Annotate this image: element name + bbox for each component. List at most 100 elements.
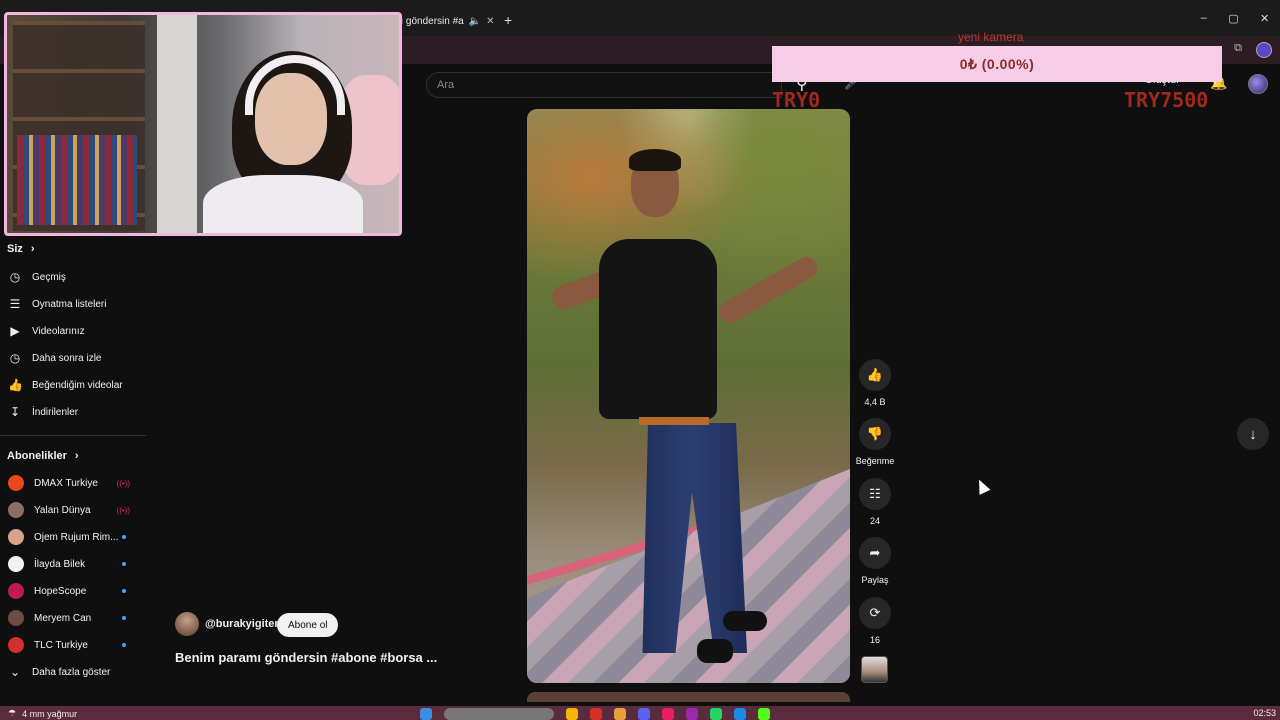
- show-more-label: Daha fazla göster: [32, 666, 111, 678]
- subscribe-button[interactable]: Abone ol: [277, 613, 339, 637]
- like-count: 4,4 B: [864, 397, 886, 407]
- channel-avatar: [8, 529, 24, 545]
- maximize-icon[interactable]: ▢: [1228, 12, 1238, 25]
- profile-extension-avatar[interactable]: [1256, 42, 1272, 58]
- short-video-player[interactable]: [527, 109, 850, 683]
- remix-icon[interactable]: ⟳: [859, 597, 891, 629]
- new-content-dot: [122, 535, 126, 539]
- close-window-icon[interactable]: ✕: [1260, 12, 1269, 25]
- sidebar-sub-meryem[interactable]: Meryem Can: [8, 608, 148, 628]
- short-title: Benim paramı göndersin #abone #borsa ...: [175, 650, 438, 665]
- taskbar-apps: [420, 708, 770, 720]
- channel-name: Yalan Dünya: [34, 504, 91, 516]
- channel-avatar: [8, 556, 24, 572]
- tab-close-icon[interactable]: ✕: [486, 16, 494, 27]
- mouse-cursor-icon: [973, 477, 991, 495]
- new-tab-button[interactable]: +: [504, 12, 512, 28]
- app-icon[interactable]: [662, 708, 674, 720]
- whatsapp-icon[interactable]: [710, 708, 722, 720]
- live-icon: ((•)): [116, 478, 130, 488]
- sidebar-item-your-videos[interactable]: ▶ Videolarınız: [8, 321, 148, 341]
- clock-icon: ◷: [9, 351, 21, 365]
- live-icon: ((•)): [116, 505, 130, 515]
- tab-title: mı göndersin #a: [392, 15, 464, 27]
- channel-avatar: [8, 475, 24, 491]
- minimize-icon[interactable]: –: [1201, 12, 1207, 25]
- windows-start-icon[interactable]: [420, 708, 432, 720]
- weather-widget[interactable]: ☂ 4 mm yağmur: [8, 708, 77, 719]
- new-content-dot: [122, 643, 126, 647]
- channel-name: TLC Turkiye: [34, 639, 88, 651]
- thumbs-up-icon[interactable]: 👍: [859, 359, 891, 391]
- channel-avatar: [8, 610, 24, 626]
- new-content-dot: [122, 616, 126, 620]
- sidebar-sub-ojem[interactable]: Ojem Rujum Rim...: [8, 527, 148, 547]
- streamer-shirt: [203, 175, 363, 233]
- account-avatar[interactable]: [1248, 74, 1268, 94]
- video-man-shoe: [697, 639, 733, 663]
- donation-goal-overlay: 0₺ (0.00%): [772, 46, 1222, 82]
- comments-action[interactable]: ☷ 24: [856, 478, 894, 526]
- app-icon[interactable]: [590, 708, 602, 720]
- sidebar-item-history[interactable]: ◷ Geçmiş: [8, 267, 148, 287]
- sidebar-item-label: Beğendiğim videolar: [32, 379, 123, 391]
- browser-tab-active[interactable]: mı göndersin #a 🔈 ✕: [392, 9, 500, 33]
- sidebar-sub-yalan-dunya[interactable]: Yalan Dünya ((•)): [8, 500, 148, 520]
- discord-icon[interactable]: [638, 708, 650, 720]
- chevron-right-icon: ›: [74, 450, 79, 462]
- channel-avatar: [8, 502, 24, 518]
- extensions-icon[interactable]: ⧉: [1234, 42, 1242, 58]
- kick-icon[interactable]: [758, 708, 770, 720]
- sidebar-show-more[interactable]: ⌄ Daha fazla göster: [8, 662, 148, 682]
- sidebar-you-title[interactable]: Siz ›: [7, 243, 35, 255]
- weather-text: 4 mm yağmur: [22, 708, 78, 719]
- channel-handle[interactable]: @burakyigiter: [205, 618, 279, 630]
- channel-avatar[interactable]: [175, 612, 199, 636]
- chrome-icon[interactable]: [614, 708, 626, 720]
- new-content-dot: [122, 589, 126, 593]
- sidebar-sub-hopescope[interactable]: HopeScope: [8, 581, 148, 601]
- video-icon: ▶: [10, 324, 20, 338]
- video-man-belt: [639, 417, 709, 425]
- next-video-arrow-icon[interactable]: ↓: [1237, 418, 1269, 450]
- camera-note-overlay: yeni kamera: [958, 30, 1024, 44]
- share-icon[interactable]: ➦: [859, 537, 891, 569]
- file-explorer-icon[interactable]: [566, 708, 578, 720]
- share-action[interactable]: ➦ Paylaş: [856, 537, 894, 585]
- sidebar-sub-tlc[interactable]: TLC Turkiye: [8, 635, 148, 655]
- channel-name: Ojem Rujum Rim...: [34, 531, 119, 543]
- remix-action[interactable]: ⟳ 16: [856, 597, 894, 645]
- sidebar-item-label: Oynatma listeleri: [32, 298, 107, 310]
- comment-icon[interactable]: ☷: [859, 478, 891, 510]
- sidebar-item-downloads[interactable]: ↧ İndirilenler: [8, 402, 148, 422]
- like-action[interactable]: 👍 4,4 B: [856, 359, 894, 407]
- taskbar-clock[interactable]: 02:53: [1253, 708, 1276, 718]
- video-man-shoe: [723, 611, 767, 631]
- sidebar-item-watch-later[interactable]: ◷ Daha sonra izle: [8, 348, 148, 368]
- sidebar-sub-ilayda[interactable]: İlayda Bilek: [8, 554, 148, 574]
- sidebar-item-label: İndirilenler: [32, 406, 79, 418]
- speaker-icon[interactable]: 🔈: [469, 16, 481, 27]
- app-icon[interactable]: [686, 708, 698, 720]
- dislike-action[interactable]: 👎 Beğenme: [856, 418, 894, 466]
- sidebar-sub-dmax[interactable]: DMAX Turkiye ((•)): [8, 473, 148, 493]
- search-placeholder: Ara: [437, 79, 455, 91]
- channel-name: Meryem Can: [34, 612, 92, 624]
- next-short-preview[interactable]: [527, 692, 850, 702]
- sidebar-item-label: Daha sonra izle: [32, 352, 102, 364]
- thumbs-down-icon[interactable]: 👎: [859, 418, 891, 450]
- dislike-label: Beğenme: [855, 456, 895, 466]
- sidebar-subscriptions-title[interactable]: Abonelikler ›: [7, 450, 79, 462]
- share-label: Paylaş: [861, 575, 889, 585]
- webcam-overlay: [4, 12, 402, 236]
- sound-thumbnail[interactable]: [861, 656, 888, 683]
- books: [17, 135, 137, 225]
- app-icon[interactable]: [734, 708, 746, 720]
- channel-name: DMAX Turkiye: [34, 477, 98, 489]
- taskbar-search-icon[interactable]: [444, 708, 554, 720]
- comment-count: 24: [869, 516, 880, 526]
- sidebar-item-liked-videos[interactable]: 👍 Beğendiğim videolar: [8, 375, 148, 395]
- sidebar-item-playlists[interactable]: ☰ Oynatma listeleri: [8, 294, 148, 314]
- search-input[interactable]: Ara: [426, 72, 782, 98]
- remix-count: 16: [869, 635, 880, 645]
